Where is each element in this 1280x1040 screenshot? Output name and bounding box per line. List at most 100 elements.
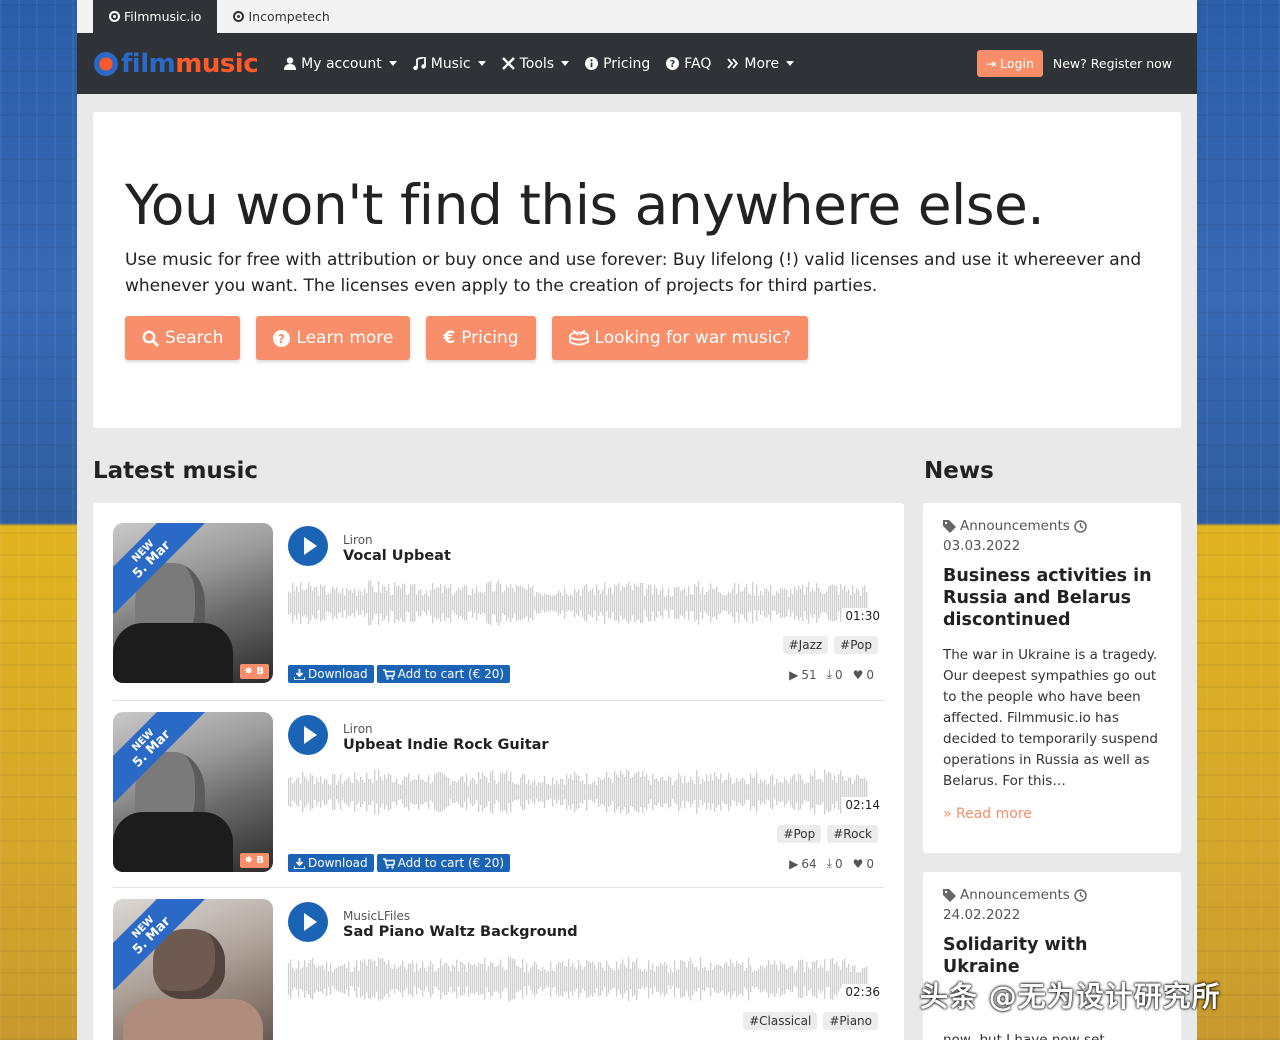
waveform-bar: [748, 783, 750, 801]
track-artist[interactable]: Liron: [343, 722, 373, 736]
news-title[interactable]: Business activities in Russia and Belaru…: [943, 565, 1161, 631]
pricing-button[interactable]: € Pricing: [426, 316, 536, 361]
track-cover[interactable]: NEW 5. Mar ✸ B: [113, 712, 273, 872]
waveform-bar: [596, 784, 598, 800]
waveform-bar: [720, 592, 722, 614]
play-button[interactable]: [288, 715, 328, 755]
waveform-bar: [646, 971, 648, 987]
waveform-bar: [662, 964, 664, 994]
waveform-bar: [298, 592, 300, 614]
question-circle-icon: ?: [273, 329, 291, 347]
waveform-bar: [818, 968, 820, 990]
add-to-cart-button[interactable]: Add to cart (€ 20): [376, 665, 511, 683]
track-title[interactable]: Upbeat Indie Rock Guitar: [343, 737, 549, 753]
pricing-button-label: Pricing: [461, 328, 519, 349]
track-artist[interactable]: MusicLFiles: [343, 909, 410, 923]
nav-pricing[interactable]: Pricing: [585, 56, 650, 72]
register-link[interactable]: New? Register now: [1053, 56, 1172, 71]
waveform[interactable]: 02:36: [288, 954, 883, 1004]
latest-music-heading: Latest music: [93, 458, 259, 484]
tab-incompetech[interactable]: Incompetech: [217, 0, 345, 33]
waveform-bar: [342, 965, 344, 993]
news-category[interactable]: Announcements: [943, 887, 1161, 903]
waveform-bar: [826, 591, 828, 615]
waveform-bar: [760, 779, 762, 805]
nav-my-account[interactable]: My account: [284, 56, 397, 72]
nav-music[interactable]: Music: [413, 56, 486, 72]
waveform-bar: [792, 966, 794, 992]
tag-link[interactable]: #Classical: [743, 1012, 818, 1030]
waveform-bar: [298, 777, 300, 807]
waveform-bar: [368, 778, 370, 806]
login-button[interactable]: ⇥ Login: [976, 50, 1043, 77]
waveform-bar: [300, 582, 302, 624]
waveform-bar: [364, 588, 366, 618]
tag-link[interactable]: #Piano: [823, 1012, 878, 1030]
waveform-bar: [294, 590, 296, 616]
waveform-bar: [328, 971, 330, 987]
waveform-bar: [430, 590, 432, 616]
waveform-bar: [824, 769, 826, 815]
waveform-bar: [386, 590, 388, 616]
downloads-count: ⤓ 0: [826, 856, 843, 871]
track-cover[interactable]: NEW 5. Mar ✸ B: [113, 523, 273, 683]
tag-link[interactable]: #Rock: [827, 825, 878, 843]
waveform-bar: [432, 964, 434, 994]
waveform-bar: [792, 775, 794, 809]
download-button[interactable]: Download: [288, 854, 374, 872]
waveform-bar: [526, 962, 528, 996]
war-music-button[interactable]: Looking for war music?: [551, 316, 808, 361]
waveform-bar: [568, 778, 570, 806]
nav-tools[interactable]: Tools: [501, 56, 570, 72]
waveform-bar: [814, 769, 816, 815]
play-button[interactable]: [288, 526, 328, 566]
site-dot-icon: [233, 11, 245, 22]
waveform-bar: [572, 595, 574, 611]
waveform-bar: [314, 964, 316, 994]
waveform-bar: [316, 586, 318, 620]
download-button[interactable]: Download: [288, 665, 374, 683]
waveform-bar: [780, 781, 782, 803]
tag-link[interactable]: #Jazz: [782, 636, 829, 654]
tag-link[interactable]: #Pop: [834, 636, 878, 654]
waveform-bar: [474, 593, 476, 613]
track-artist[interactable]: Liron: [343, 533, 373, 547]
tab-label: Incompetech: [248, 9, 330, 24]
track-cover[interactable]: NEW 5. Mar: [113, 899, 273, 1040]
nav-more[interactable]: More: [727, 56, 795, 72]
news-title[interactable]: Solidarity with Ukraine: [943, 934, 1161, 978]
waveform-bar: [636, 585, 638, 621]
nav-faq[interactable]: ? FAQ: [666, 56, 711, 72]
waveform-bar: [496, 583, 498, 623]
play-button[interactable]: [288, 902, 328, 942]
waveform[interactable]: 02:14: [288, 767, 883, 817]
learn-more-button[interactable]: ? Learn more: [256, 316, 411, 361]
waveform-bar: [416, 594, 418, 612]
waveform-bar: [330, 963, 332, 995]
waveform-bar: [354, 588, 356, 618]
waveform[interactable]: 01:30: [288, 578, 883, 628]
track-title[interactable]: Vocal Upbeat: [343, 548, 451, 564]
waveform-bar: [518, 966, 520, 992]
waveform-bar: [400, 588, 402, 618]
add-to-cart-button[interactable]: Add to cart (€ 20): [376, 854, 511, 872]
search-button[interactable]: Search: [125, 316, 241, 361]
news-category[interactable]: Announcements: [943, 518, 1161, 534]
waveform-bar: [632, 776, 634, 808]
likes-count[interactable]: ♥ 0: [853, 856, 874, 871]
waveform-bar: [348, 962, 350, 996]
euro-icon: €: [443, 328, 456, 349]
waveform-bar: [566, 594, 568, 612]
tab-filmmusic[interactable]: Filmmusic.io: [93, 0, 218, 33]
tag-link[interactable]: #Pop: [777, 825, 822, 843]
waveform-bar: [442, 773, 444, 811]
waveform-bar: [562, 961, 564, 997]
likes-count[interactable]: ♥ 0: [853, 667, 874, 682]
waveform-bar: [806, 586, 808, 620]
waveform-bar: [546, 971, 548, 987]
track-title[interactable]: Sad Piano Waltz Background: [343, 924, 578, 940]
logo[interactable]: filmmusic: [94, 49, 259, 79]
waveform-bar: [398, 966, 400, 992]
waveform-bar: [650, 969, 652, 989]
read-more-link[interactable]: » Read more: [943, 806, 1161, 822]
